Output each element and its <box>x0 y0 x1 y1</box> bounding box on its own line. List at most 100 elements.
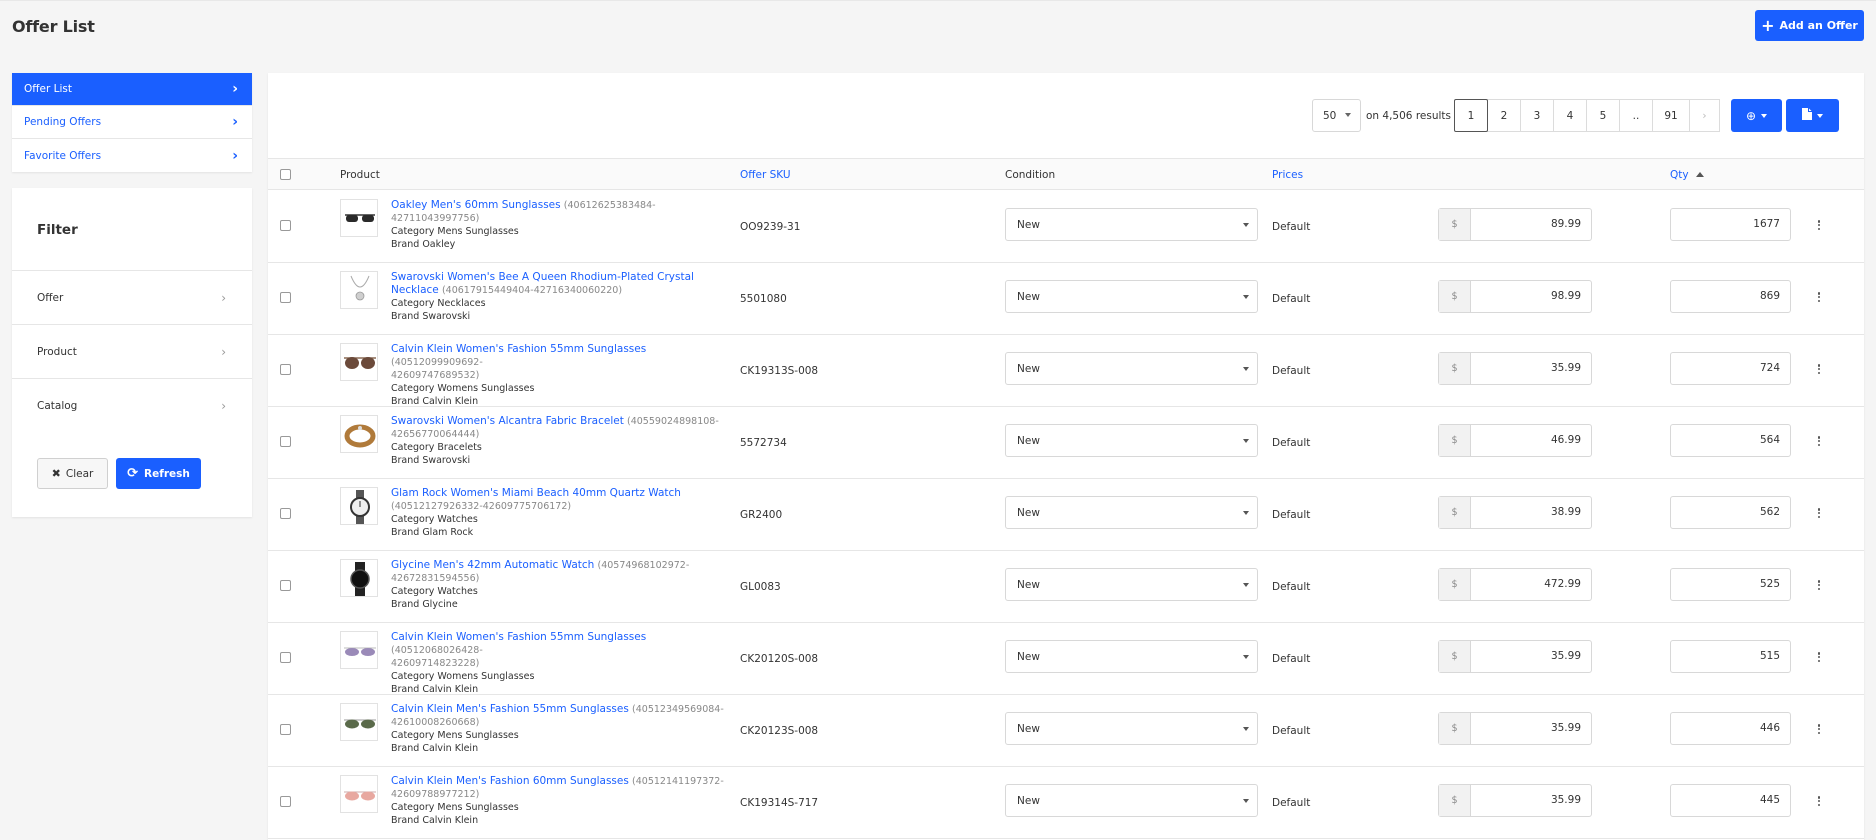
price-input[interactable]: $46.99 <box>1438 424 1592 457</box>
price-value[interactable]: 38.99 <box>1471 497 1591 528</box>
more-actions-icon[interactable] <box>1816 362 1822 376</box>
condition-select[interactable]: New <box>1005 496 1258 529</box>
sunglasses-purple-icon[interactable] <box>340 631 378 669</box>
price-value[interactable]: 472.99 <box>1471 569 1591 600</box>
price-value[interactable]: 98.99 <box>1471 281 1591 312</box>
price-value[interactable]: 46.99 <box>1471 425 1591 456</box>
add-offer-button[interactable]: + Add an Offer <box>1755 10 1864 41</box>
product-name-link[interactable]: Glycine Men's 42mm Automatic Watch <box>391 559 594 571</box>
condition-value: New <box>1017 794 1040 807</box>
quantity-input[interactable]: 445 <box>1670 784 1791 817</box>
watch-black-icon[interactable] <box>340 559 378 597</box>
price-input[interactable]: $472.99 <box>1438 568 1592 601</box>
row-checkbox[interactable] <box>280 724 291 735</box>
clear-button[interactable]: ✖ Clear <box>37 458 108 489</box>
condition-select[interactable]: New <box>1005 640 1258 673</box>
bracelet-icon[interactable] <box>340 415 378 453</box>
row-checkbox[interactable] <box>280 580 291 591</box>
select-all-checkbox[interactable] <box>280 169 291 180</box>
price-input[interactable]: $35.99 <box>1438 352 1592 385</box>
price-value[interactable]: 89.99 <box>1471 209 1591 240</box>
product-name-link[interactable]: Calvin Klein Men's Fashion 55mm Sunglass… <box>391 703 629 715</box>
condition-select[interactable]: New <box>1005 712 1258 745</box>
more-actions-icon[interactable] <box>1816 290 1822 304</box>
watch-silver-icon[interactable] <box>340 487 378 525</box>
more-actions-icon[interactable] <box>1816 434 1822 448</box>
price-input[interactable]: $38.99 <box>1438 496 1592 529</box>
quantity-input[interactable]: 1677 <box>1670 208 1791 241</box>
column-header-prices[interactable]: Prices <box>1272 169 1303 181</box>
price-value[interactable]: 35.99 <box>1471 713 1591 744</box>
page-button-2[interactable]: 2 <box>1487 99 1521 132</box>
product-name-link[interactable]: Swarovski Women's Alcantra Fabric Bracel… <box>391 415 624 427</box>
more-actions-icon[interactable] <box>1816 794 1822 808</box>
price-input[interactable]: $89.99 <box>1438 208 1592 241</box>
product-name-link[interactable]: Calvin Klein Women's Fashion 55mm Sungla… <box>391 343 646 355</box>
quantity-input[interactable]: 869 <box>1670 280 1791 313</box>
sunglasses-dark-icon[interactable] <box>340 199 378 237</box>
page-button-4[interactable]: 4 <box>1553 99 1587 132</box>
sunglasses-green-icon[interactable] <box>340 703 378 741</box>
price-type: Default <box>1272 365 1311 377</box>
filter-section-offer[interactable]: Offer › <box>12 270 252 324</box>
row-checkbox[interactable] <box>280 508 291 519</box>
product-name-link[interactable]: Calvin Klein Women's Fashion 55mm Sungla… <box>391 631 646 643</box>
sunglasses-brown-icon[interactable] <box>340 343 378 381</box>
necklace-icon[interactable] <box>340 271 378 309</box>
row-checkbox[interactable] <box>280 796 291 807</box>
price-input[interactable]: $35.99 <box>1438 784 1592 817</box>
sidebar-item-pending-offers[interactable]: Pending Offers › <box>12 106 252 139</box>
price-input[interactable]: $35.99 <box>1438 640 1592 673</box>
quantity-input[interactable]: 724 <box>1670 352 1791 385</box>
row-checkbox[interactable] <box>280 364 291 375</box>
more-actions-icon[interactable] <box>1816 218 1822 232</box>
more-actions-icon[interactable] <box>1816 506 1822 520</box>
quantity-input[interactable]: 564 <box>1670 424 1791 457</box>
more-actions-icon[interactable] <box>1816 722 1822 736</box>
product-name-link[interactable]: Oakley Men's 60mm Sunglasses <box>391 199 561 211</box>
price-value[interactable]: 35.99 <box>1471 785 1591 816</box>
next-page-button[interactable]: › <box>1689 99 1720 132</box>
per-page-select[interactable]: 50 <box>1312 99 1361 132</box>
filter-section-catalog[interactable]: Catalog › <box>12 378 252 432</box>
condition-select[interactable]: New <box>1005 568 1258 601</box>
export-button[interactable] <box>1786 99 1839 132</box>
quantity-input[interactable]: 446 <box>1670 712 1791 745</box>
row-checkbox[interactable] <box>280 220 291 231</box>
sidebar-item-offer-list[interactable]: Offer List › <box>12 73 252 106</box>
product-id: 42609714823228) <box>391 658 480 669</box>
product-name-link[interactable]: Calvin Klein Men's Fashion 60mm Sunglass… <box>391 775 629 787</box>
row-checkbox[interactable] <box>280 652 291 663</box>
product-info: Swarovski Women's Alcantra Fabric Bracel… <box>391 415 736 467</box>
quantity-input[interactable]: 515 <box>1670 640 1791 673</box>
condition-select[interactable]: New <box>1005 784 1258 817</box>
condition-select[interactable]: New <box>1005 352 1258 385</box>
price-input[interactable]: $35.99 <box>1438 712 1592 745</box>
quantity-input[interactable]: 562 <box>1670 496 1791 529</box>
column-header-qty[interactable]: Qty <box>1670 169 1704 181</box>
condition-select[interactable]: New <box>1005 208 1258 241</box>
product-name-link[interactable]: Swarovski Women's Bee A Queen Rhodium-Pl… <box>391 271 694 283</box>
price-input[interactable]: $98.99 <box>1438 280 1592 313</box>
row-checkbox[interactable] <box>280 436 291 447</box>
filter-section-product[interactable]: Product › <box>12 324 252 378</box>
row-checkbox[interactable] <box>280 292 291 303</box>
sidebar-item-favorite-offers[interactable]: Favorite Offers › <box>12 139 252 172</box>
condition-select[interactable]: New <box>1005 280 1258 313</box>
price-value[interactable]: 35.99 <box>1471 353 1591 384</box>
condition-select[interactable]: New <box>1005 424 1258 457</box>
refresh-button[interactable]: ⟳ Refresh <box>116 458 201 489</box>
quantity-input[interactable]: 525 <box>1670 568 1791 601</box>
columns-settings-button[interactable]: ⊕ <box>1731 99 1782 132</box>
page-button-91[interactable]: 91 <box>1652 99 1690 132</box>
page-button-5[interactable]: 5 <box>1586 99 1620 132</box>
price-value[interactable]: 35.99 <box>1471 641 1591 672</box>
more-actions-icon[interactable] <box>1816 578 1822 592</box>
column-header-sku[interactable]: Offer SKU <box>740 169 791 181</box>
product-name-link[interactable]: Glam Rock Women's Miami Beach 40mm Quart… <box>391 487 681 499</box>
page-button-3[interactable]: 3 <box>1520 99 1554 132</box>
sunglasses-pink-icon[interactable] <box>340 775 378 813</box>
page-button-1[interactable]: 1 <box>1454 99 1488 132</box>
more-actions-icon[interactable] <box>1816 650 1822 664</box>
product-name-link[interactable]: Necklace <box>391 284 439 296</box>
